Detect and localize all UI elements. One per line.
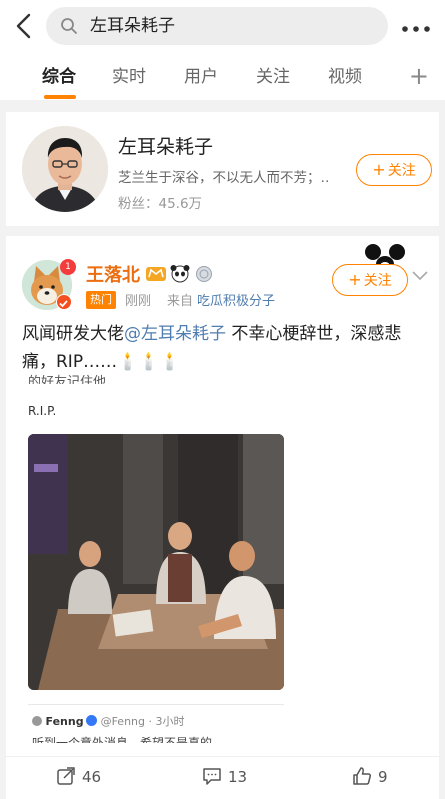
comment-count: 13	[228, 768, 248, 786]
repost-count: 46	[82, 768, 102, 786]
user-bio: 芝兰生于深谷，不以无人而不芳；‥	[118, 170, 330, 186]
add-tab-icon[interactable]: +	[409, 64, 429, 88]
search-input[interactable]: 左耳朵耗子	[46, 7, 388, 45]
back-arrow-icon	[16, 13, 31, 39]
user-result-card[interactable]: 左耳朵耗子 芝兰生于深谷，不以无人而不芳；‥ 粉丝：45.6万 + 关注	[6, 112, 439, 226]
chevron-down-icon	[412, 271, 428, 281]
post-text: 风闻研发大佬@左耳朵耗子 不幸心梗辞世，深感悲痛，RIP……🕯️🕯️🕯️	[22, 320, 432, 376]
user-name[interactable]: 左耳朵耗子	[118, 132, 213, 159]
back-button[interactable]	[12, 12, 38, 40]
comment-icon	[203, 768, 221, 785]
active-tab-indicator	[44, 95, 76, 99]
image-rip-text: R.I.P.	[28, 404, 57, 418]
more-button[interactable]	[401, 18, 431, 32]
more-dots-icon	[402, 26, 430, 32]
follow-label: 关注	[363, 273, 392, 289]
quote-avatar-icon	[32, 716, 42, 726]
author-badges	[146, 262, 216, 284]
portrait-image	[22, 126, 108, 212]
weibo-search-page: 左耳朵耗子 综合 实时 用户 关注 视频 + 左耳朵耗子 芝兰生于深谷，不以无人…	[0, 0, 445, 799]
quote-handle: @Fenng · 3小时	[100, 715, 185, 728]
image-caption-cropped: 的好友记住他	[28, 375, 107, 384]
like-count: 9	[378, 768, 388, 786]
quote-header: Fenng @Fenng · 3小时	[32, 713, 185, 729]
post-source: 来自 吃瓜积极分子	[167, 290, 275, 309]
post-time: 刚刚	[125, 294, 152, 309]
follow-label: 关注	[387, 163, 416, 179]
tab-users[interactable]: 用户	[184, 66, 218, 88]
post-text-lead: 风闻研发大佬	[22, 324, 124, 344]
share-icon	[57, 767, 75, 785]
notification-badge: 1	[60, 259, 76, 275]
verified-badge-icon	[56, 294, 72, 310]
search-query: 左耳朵耗子	[90, 16, 175, 36]
tab-all[interactable]: 综合	[42, 66, 76, 88]
post-action-bar: 46 13 9	[6, 756, 439, 799]
quoted-post[interactable]: Fenng @Fenng · 3小时 听到一个意外消息，希望不是真的	[28, 704, 284, 752]
user-avatar[interactable]	[22, 126, 108, 212]
search-icon	[61, 18, 77, 34]
member-badges-icon	[146, 265, 212, 283]
follow-user-button[interactable]: + 关注	[356, 154, 432, 186]
check-icon	[59, 300, 68, 308]
user-fans-count: 粉丝：45.6万	[118, 196, 203, 212]
plus-icon: +	[372, 160, 386, 179]
author-name[interactable]: 王落北	[86, 261, 140, 287]
quote-author: Fenng	[45, 715, 84, 728]
source-link[interactable]: 吃瓜积极分子	[197, 294, 275, 309]
plus-icon: +	[348, 270, 362, 289]
group-photo-image	[28, 434, 284, 690]
follow-author-button[interactable]: + 关注	[332, 264, 408, 296]
verified-icon	[85, 715, 97, 726]
post-card: 1 王落北 热门 刚刚 来自 吃瓜积极分子 + 关注 风闻研发大佬@左耳朵耗子 …	[6, 236, 439, 756]
source-prefix: 来自	[167, 294, 194, 309]
thumbs-up-icon	[353, 767, 372, 785]
tab-video[interactable]: 视频	[328, 66, 362, 88]
tab-realtime[interactable]: 实时	[112, 66, 146, 88]
post-photo[interactable]	[28, 434, 284, 690]
tab-following[interactable]: 关注	[256, 66, 290, 88]
top-bar: 左耳朵耗子	[0, 0, 445, 52]
like-button[interactable]: 9	[352, 765, 388, 789]
repost-button[interactable]: 46	[56, 765, 101, 789]
post-menu-button[interactable]	[411, 266, 429, 281]
tab-bar: 综合 实时 用户 关注 视频 +	[0, 52, 445, 100]
quote-body-cropped: 听到一个意外消息，希望不是真的	[32, 736, 213, 743]
comment-button[interactable]: 13	[202, 765, 247, 789]
hot-tag: 热门	[86, 291, 116, 309]
mention-link[interactable]: @左耳朵耗子	[124, 324, 226, 344]
